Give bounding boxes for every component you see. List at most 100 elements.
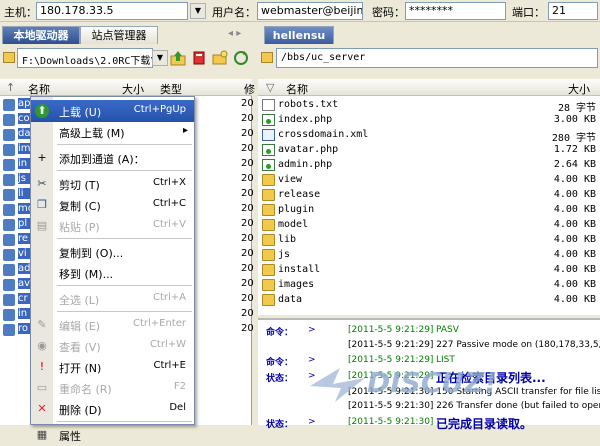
menu-item[interactable]: ❐ 复制 (C) Ctrl+C bbox=[31, 194, 194, 216]
local-path-dropdown-button[interactable]: ▼ bbox=[152, 50, 168, 66]
port-input[interactable]: 21 bbox=[548, 2, 598, 20]
log-time: [2011-5-5 9:21:30] bbox=[348, 417, 434, 427]
menu-item[interactable]: ✂ 剪切 (T) Ctrl+X bbox=[31, 173, 194, 195]
up-folder-icon[interactable] bbox=[170, 50, 186, 66]
remote-file-row[interactable]: plugin 4.00 KB bbox=[258, 203, 600, 218]
local-toolbar: F:\Downloads\2.0RC下载\U ▼ bbox=[0, 44, 254, 72]
tab-remote-hellensu[interactable]: hellensu bbox=[264, 26, 334, 44]
menu-item-shortcut: F2 bbox=[173, 381, 186, 392]
menu-item-label: 属性 bbox=[59, 430, 81, 443]
delete-folder-icon[interactable] bbox=[191, 50, 207, 66]
remote-file-row[interactable]: index.php 3.00 KB bbox=[258, 113, 600, 128]
file-icon bbox=[3, 279, 15, 291]
menu-separator bbox=[57, 285, 192, 286]
remote-file-row[interactable]: release 4.00 KB bbox=[258, 188, 600, 203]
up-arrow-icon[interactable]: ↑ bbox=[6, 81, 15, 94]
file-size: 28 字节 bbox=[557, 103, 596, 114]
file-name: js bbox=[278, 249, 291, 260]
remote-file-row[interactable]: lib 4.00 KB bbox=[258, 233, 600, 248]
file-modified: 20 bbox=[241, 98, 254, 109]
file-size: 4.00 KB bbox=[553, 189, 596, 200]
remote-path-input[interactable]: /bbs/uc_server bbox=[276, 48, 598, 68]
remote-file-row[interactable]: install 4.00 KB bbox=[258, 263, 600, 278]
menu-item: ◉ 查看 (V) Ctrl+W bbox=[31, 335, 194, 357]
menu-item-label: 复制到 (O)... bbox=[59, 247, 124, 260]
file-icon bbox=[3, 309, 15, 321]
remote-file-row[interactable]: avatar.php 1.72 KB bbox=[258, 143, 600, 158]
log-kind: 状态： bbox=[266, 374, 294, 384]
host-input[interactable]: 180.178.33.5 bbox=[36, 2, 188, 20]
menu-item[interactable]: + 添加到通道 (A)： bbox=[31, 147, 194, 169]
menu-item[interactable]: ▦ 属性 bbox=[31, 424, 194, 446]
host-dropdown-button[interactable]: ▼ bbox=[190, 3, 206, 19]
column-size[interactable]: 大小 bbox=[568, 81, 590, 97]
menu-item[interactable]: 复制到 (O)... bbox=[31, 241, 194, 263]
file-modified: 20 bbox=[241, 233, 254, 244]
menu-item-label: 剪切 (T) bbox=[59, 179, 100, 192]
log-arrow: > bbox=[308, 417, 316, 427]
folder-icon bbox=[262, 174, 275, 186]
context-menu: ⬆ 上载 (U) Ctrl+PgUp 高级上载 (M) + 添加到通道 (A)： ✂ 剪切 (… bbox=[30, 96, 195, 443]
plus-icon: + bbox=[37, 151, 47, 164]
file-size: 3.00 KB bbox=[553, 114, 596, 125]
menu-item[interactable]: ⬆ 上载 (U) Ctrl+PgUp bbox=[31, 100, 194, 122]
sort-arrow-icon[interactable]: ▽ bbox=[266, 81, 274, 94]
file-size: 4.00 KB bbox=[553, 294, 596, 305]
folder-icon bbox=[262, 294, 275, 306]
menu-item[interactable]: 移到 (M)... bbox=[31, 262, 194, 284]
host-label: 主机： bbox=[4, 6, 37, 19]
column-size[interactable]: 大小 bbox=[122, 81, 144, 97]
menu-item: ▤ 粘贴 (P) Ctrl+V bbox=[31, 215, 194, 237]
tab-scroll-arrows-icon[interactable]: ◂ ▸ bbox=[228, 28, 241, 39]
refresh-icon[interactable] bbox=[233, 50, 249, 66]
column-modified[interactable]: 修 bbox=[244, 81, 255, 97]
file-size: 4.00 KB bbox=[553, 249, 596, 260]
menu-item[interactable]: ! 打开 (N) Ctrl+E bbox=[31, 356, 194, 378]
open-icon: ! bbox=[39, 360, 45, 373]
file-modified: 20 bbox=[241, 128, 254, 139]
file-size: 4.00 KB bbox=[553, 264, 596, 275]
user-input[interactable]: webmaster@beijingn bbox=[257, 2, 363, 20]
menu-item[interactable]: 高级上载 (M) bbox=[31, 121, 194, 143]
file-icon bbox=[3, 219, 15, 231]
remote-file-row[interactable]: images 4.00 KB bbox=[258, 278, 600, 293]
log-line: 命令： > [2011-5-5 9:21:29] PASV bbox=[258, 324, 600, 339]
remote-file-row[interactable]: js 4.00 KB bbox=[258, 248, 600, 263]
file-size: 4.00 KB bbox=[553, 219, 596, 230]
column-type[interactable]: 类型 bbox=[160, 81, 182, 97]
remote-file-row[interactable]: crossdomain.xml 280 字节 bbox=[258, 128, 600, 144]
file-icon bbox=[3, 174, 15, 186]
column-name[interactable]: 名称 bbox=[286, 81, 308, 97]
password-input[interactable]: ******** bbox=[405, 2, 506, 20]
remote-file-row[interactable]: data 4.00 KB bbox=[258, 293, 600, 308]
tab-site-manager[interactable]: 站点管理器 bbox=[80, 26, 158, 44]
menu-item[interactable]: ✕ 删除 (D) Del bbox=[31, 398, 194, 420]
file-icon bbox=[3, 234, 15, 246]
file-name: data bbox=[278, 294, 303, 305]
remote-file-row[interactable]: view 4.00 KB bbox=[258, 173, 600, 188]
remote-file-row[interactable]: admin.php 2.64 KB bbox=[258, 158, 600, 173]
file-modified: 20 bbox=[241, 173, 254, 184]
menu-item: ✎ 编辑 (E) Ctrl+Enter bbox=[31, 314, 194, 336]
local-path-input[interactable]: F:\Downloads\2.0RC下载\U bbox=[17, 48, 153, 68]
file-modified: 20 bbox=[241, 218, 254, 229]
file-name: install bbox=[278, 264, 321, 275]
file-name: release bbox=[278, 189, 321, 200]
remote-file-row[interactable]: model 4.00 KB bbox=[258, 218, 600, 233]
file-icon bbox=[3, 189, 15, 201]
file-name: avatar.php bbox=[278, 144, 339, 155]
log-text: 已完成目录读取。 bbox=[436, 417, 533, 431]
file-modified: 20 bbox=[241, 263, 254, 274]
file-modified: 20 bbox=[241, 323, 254, 334]
scissors-icon: ✂ bbox=[37, 177, 47, 190]
file-size: 4.00 KB bbox=[553, 279, 596, 290]
menu-item-label: 全选 (L) bbox=[59, 294, 100, 307]
remote-file-row[interactable]: robots.txt 28 字节 bbox=[258, 98, 600, 114]
new-folder-icon[interactable] bbox=[212, 50, 228, 66]
tab-local-drive[interactable]: 本地驱动器 bbox=[2, 26, 80, 44]
folder-icon bbox=[262, 219, 275, 231]
file-icon bbox=[3, 324, 15, 336]
column-name[interactable]: 名称 bbox=[28, 81, 50, 97]
folder-icon bbox=[262, 279, 275, 291]
php-file-icon bbox=[262, 144, 275, 156]
